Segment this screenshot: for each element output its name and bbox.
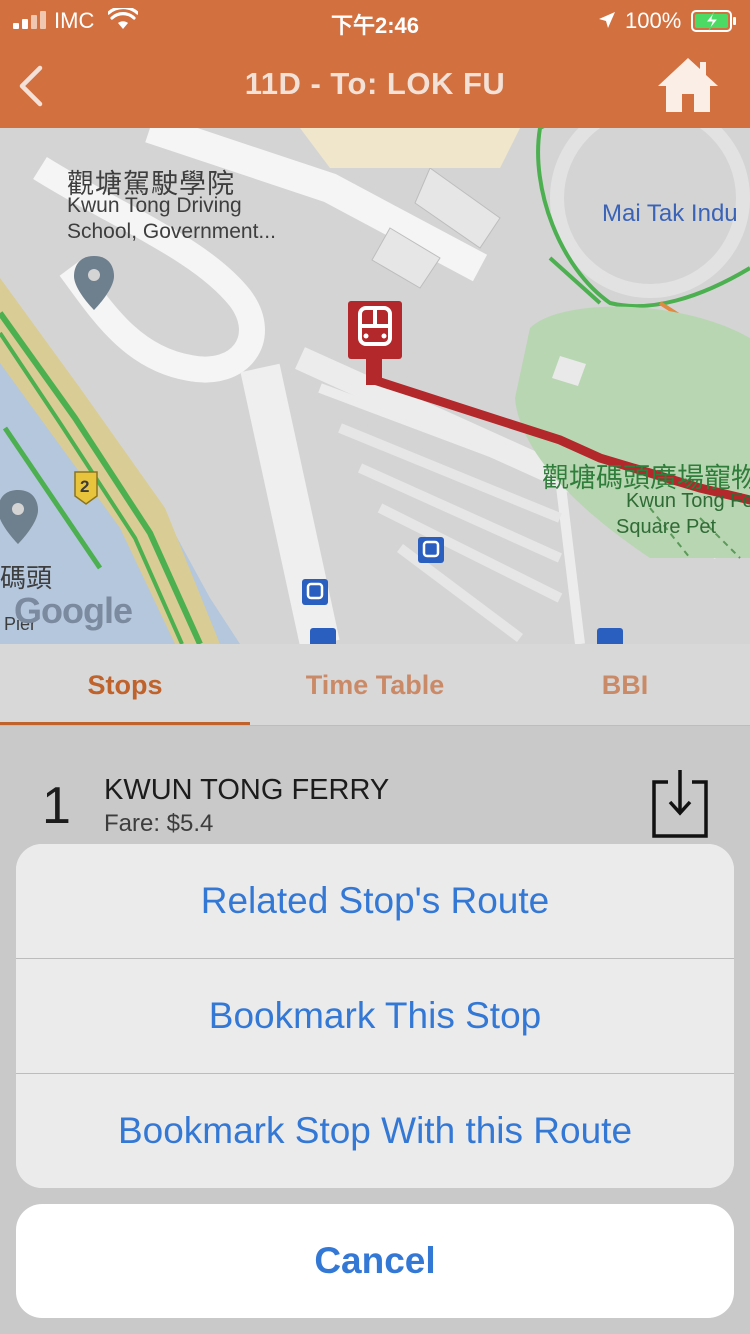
status-bar: IMC 下午2:46 100% (0, 0, 750, 42)
location-arrow-icon (599, 12, 615, 28)
tab-stops[interactable]: Stops (0, 644, 250, 726)
bookmark-download-icon[interactable] (648, 768, 712, 842)
google-logo: Google (14, 590, 133, 631)
related-stop-route-button[interactable]: Related Stop's Route (16, 844, 734, 958)
home-icon[interactable] (656, 52, 720, 116)
tab-bbi[interactable]: BBI (500, 644, 750, 726)
map-label-mai-tak: Mai Tak Indu (602, 200, 738, 227)
page-title: 11D - To: LOK FU (244, 66, 506, 101)
cancel-button[interactable]: Cancel (16, 1204, 734, 1318)
route-map[interactable]: 觀塘駕駛學院 Kwun Tong Driving School, Governm… (0, 128, 750, 644)
action-sheet: Related Stop's Route Bookmark This Stop … (16, 844, 734, 1188)
stop-name: KWUN TONG FERRY (104, 774, 390, 806)
battery-percentage: 100% (625, 8, 682, 33)
bookmark-stop-button[interactable]: Bookmark This Stop (16, 959, 734, 1073)
stop-fare: Fare: $5.4 (104, 810, 214, 837)
map-label-school-en: Kwun Tong Driving (67, 194, 242, 217)
road-shield-label: 2 (80, 477, 90, 496)
map-label-square-en: Square Pet (616, 516, 717, 538)
map-label-square-en: Kwun Tong Fe (626, 490, 750, 512)
map-label-school-en: School, Government... (67, 220, 276, 243)
tab-time-table[interactable]: Time Table (250, 644, 500, 726)
active-tab-indicator (0, 722, 250, 725)
bookmark-stop-with-route-button[interactable]: Bookmark Stop With this Route (16, 1074, 734, 1188)
nav-header: IMC 下午2:46 100% 11D - To: LOK FU (0, 0, 750, 128)
stop-number: 1 (42, 777, 71, 835)
tab-bar: Stops Time Table BBI (0, 644, 750, 726)
battery-charging-icon (691, 10, 736, 32)
